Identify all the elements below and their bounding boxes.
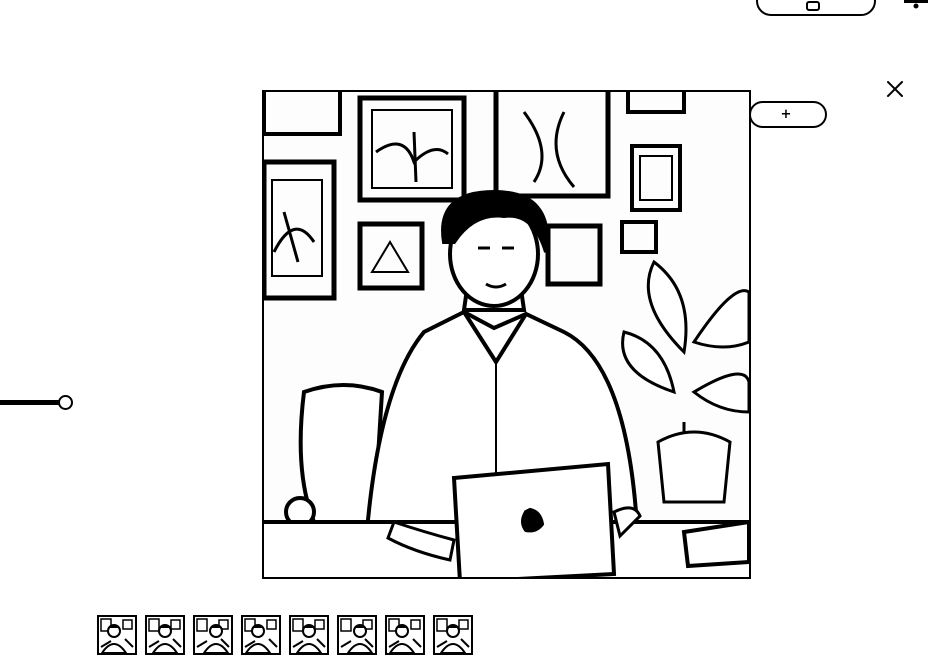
plus-icon: +: [780, 107, 792, 122]
follow-button[interactable]: +: [749, 101, 827, 128]
thumbnail-image: [387, 617, 423, 653]
top-action-pill[interactable]: [756, 0, 876, 16]
thumbnail-image: [99, 617, 135, 653]
close-icon: [887, 81, 903, 97]
thumbnail-3[interactable]: [193, 615, 233, 655]
slider-track[interactable]: [0, 400, 59, 405]
slider-handle[interactable]: [58, 395, 73, 410]
thumbnail-5[interactable]: [289, 615, 329, 655]
thumbnail-image: [435, 617, 471, 653]
thumbnail-image: [339, 617, 375, 653]
thumbnail-4[interactable]: [241, 615, 281, 655]
thumbnail-1[interactable]: [97, 615, 137, 655]
photo-viewer-page: +: [0, 0, 947, 664]
close-button[interactable]: [882, 76, 908, 102]
photo-illustration: [264, 92, 749, 577]
thumbnail-7[interactable]: [385, 615, 425, 655]
thumbnail-6[interactable]: [337, 615, 377, 655]
thumbnail-image: [243, 617, 279, 653]
thumbnail-image: [195, 617, 231, 653]
thumbnail-image: [291, 617, 327, 653]
thumbnail-8[interactable]: [433, 615, 473, 655]
thumbnail-strip: [97, 615, 473, 655]
main-photo: [262, 90, 751, 579]
image-icon: [806, 1, 820, 11]
thumbnail-image: [147, 617, 183, 653]
thumbnail-2[interactable]: [145, 615, 185, 655]
bell-icon[interactable]: [902, 0, 930, 10]
